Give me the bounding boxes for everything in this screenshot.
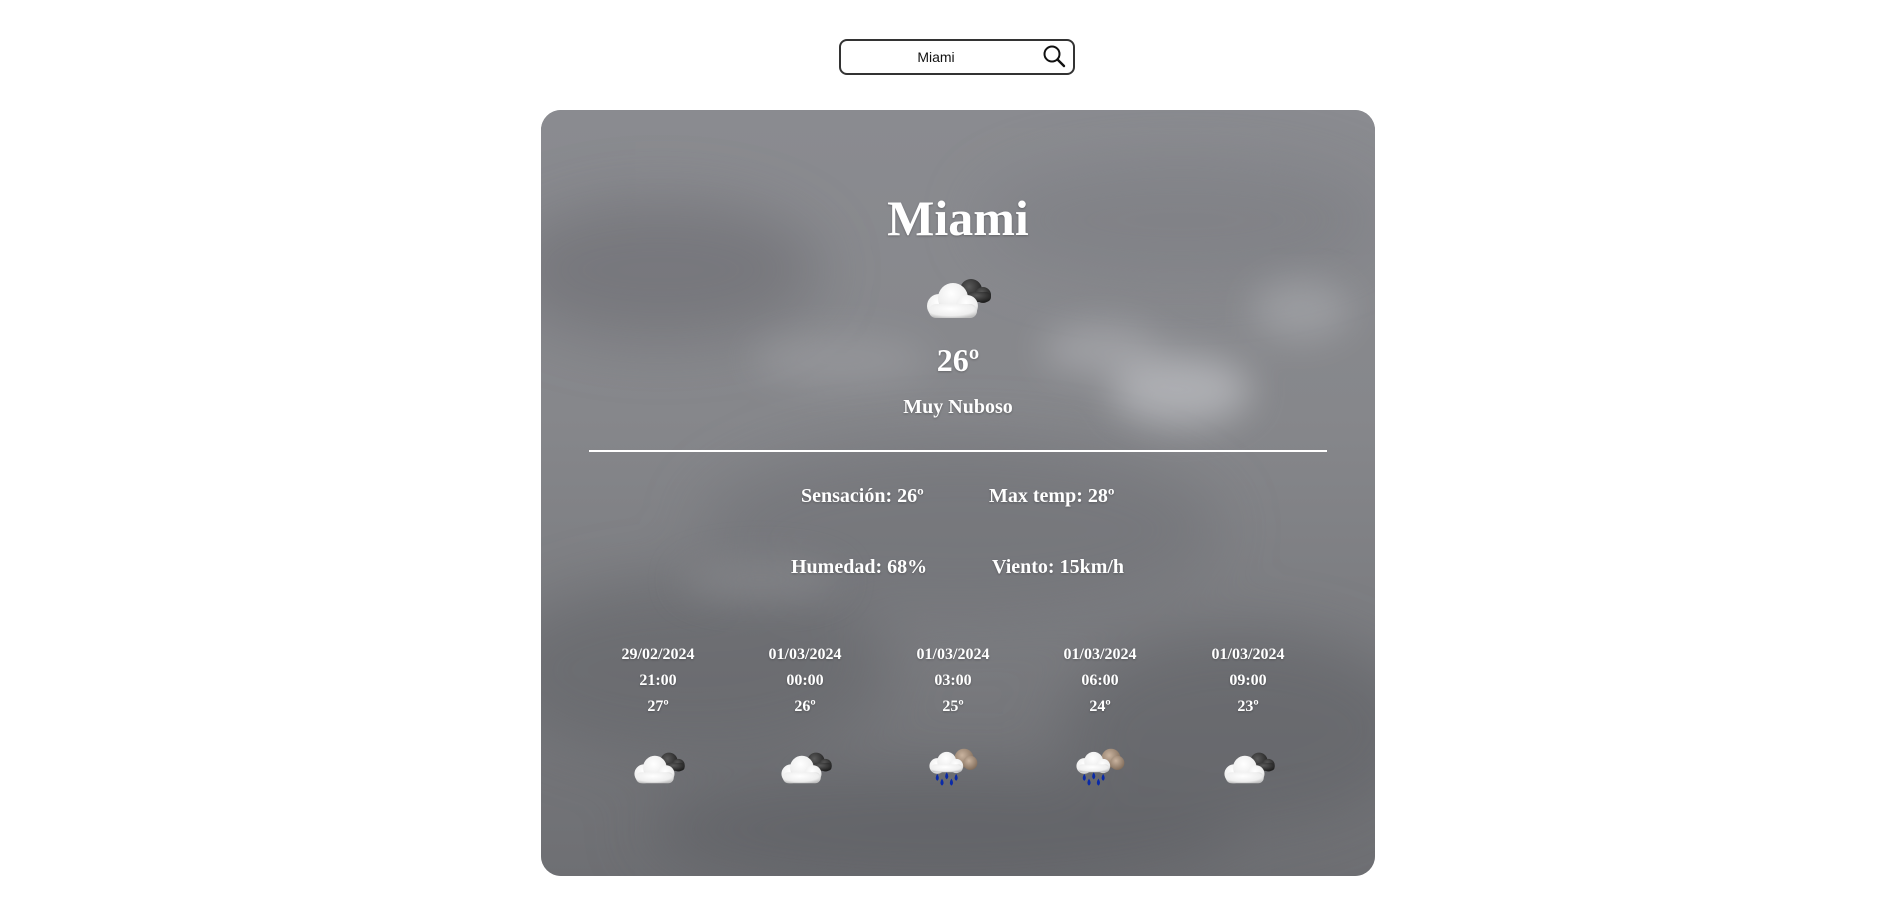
forecast-item: 01/03/2024 00:00 26º: [731, 642, 879, 788]
weather-card: Miami 26º Muy Nuboso Sensación: 26º Max …: [541, 110, 1375, 876]
forecast-time: 21:00: [639, 672, 677, 689]
forecast-date: 01/03/2024: [916, 646, 990, 663]
forecast-time: 09:00: [1229, 672, 1267, 689]
forecast-temp: 25º: [942, 698, 964, 715]
rain-icon: [929, 748, 978, 786]
forecast-date: 01/03/2024: [1211, 646, 1285, 663]
forecast-date: 01/03/2024: [1063, 646, 1137, 663]
cloudy-icon: [781, 752, 832, 784]
forecast-date: 01/03/2024: [768, 646, 842, 663]
cloudy-icon: [1224, 752, 1275, 784]
city-name: Miami: [887, 190, 1029, 246]
forecast-item: 01/03/2024 09:00 23º: [1174, 642, 1322, 788]
current-temperature: 26º: [936, 342, 980, 378]
humidity: Humedad: 68%: [791, 556, 928, 578]
feels-like: Sensación: 26º: [801, 485, 924, 507]
forecast-time: 06:00: [1081, 672, 1119, 689]
forecast-temp: 24º: [1089, 698, 1111, 715]
cloudy-icon: [927, 279, 991, 318]
forecast-time: 03:00: [934, 672, 972, 689]
weather-description: Muy Nuboso: [903, 396, 1013, 418]
wind: Viento: 15km/h: [992, 556, 1125, 578]
divider: [589, 450, 1327, 452]
rain-icon: [1076, 748, 1125, 786]
search-button[interactable]: [1041, 44, 1067, 70]
forecast-time: 00:00: [786, 672, 824, 689]
max-temp: Max temp: 28º: [989, 485, 1115, 507]
forecast-item: 29/02/2024 21:00 27º: [584, 642, 732, 788]
forecast-list: 29/02/2024 21:00 27º 01/03/2024 00:00 26…: [584, 642, 1322, 792]
search-icon: [1043, 45, 1066, 68]
cloudy-icon: [634, 752, 685, 784]
forecast-temp: 27º: [647, 698, 669, 715]
weather-content: Miami 26º Muy Nuboso Sensación: 26º Max …: [541, 110, 1375, 876]
forecast-temp: 23º: [1237, 698, 1259, 715]
forecast-date: 29/02/2024: [621, 646, 695, 663]
forecast-item: 01/03/2024 06:00 24º: [1026, 642, 1174, 788]
search-input[interactable]: [847, 44, 1025, 70]
forecast-temp: 26º: [794, 698, 816, 715]
search-bar: [839, 39, 1075, 75]
forecast-item: 01/03/2024 03:00 25º: [879, 642, 1027, 788]
